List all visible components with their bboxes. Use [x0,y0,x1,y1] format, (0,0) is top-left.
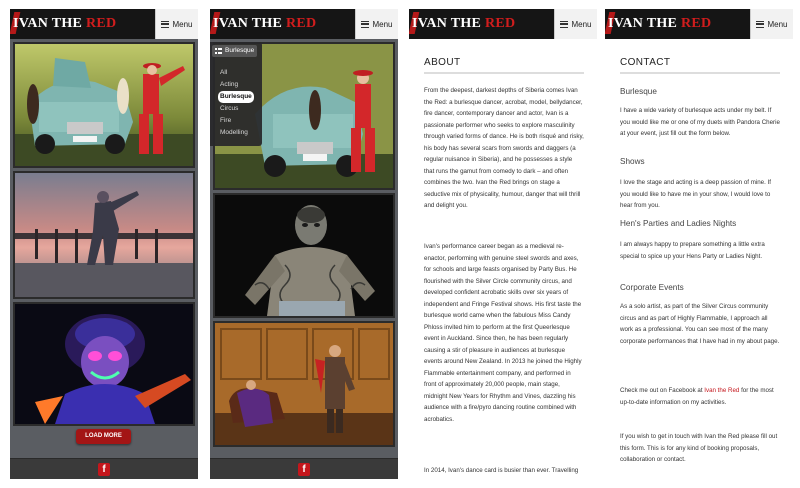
top-bar: IVAN THE RED Menu [210,9,398,39]
hamburger-icon [560,20,569,28]
page-title: ABOUT [424,57,461,68]
gallery-filter-screen: IVAN THE RED Menu Burlesque All Acting B… [210,9,398,479]
gallery-screen: IVAN THE RED Menu LOAD MORE f [10,9,198,479]
about-paragraph-2: Ivan's performance career began as a med… [424,243,582,423]
gallery-photo-room[interactable] [213,321,395,447]
filter-title-label: Burlesque [225,47,255,54]
filter-item-burlesque[interactable]: Burlesque [218,91,254,103]
menu-button[interactable]: Menu [355,9,398,39]
site-logo[interactable]: IVAN THE RED [13,15,116,33]
hamburger-icon [361,20,370,28]
gallery-photo-uv[interactable] [13,302,195,426]
menu-label: Menu [767,19,788,29]
footer: f [210,458,398,479]
gallery-photo-car[interactable] [13,42,195,168]
form-intro-text: If you wish to get in touch with Ivan th… [620,433,778,463]
contact-content: CONTACT Burlesque I have a wide variety … [610,39,788,479]
menu-label: Menu [571,19,592,29]
title-divider [424,72,584,74]
menu-button[interactable]: Menu [554,9,597,39]
category-filter-panel: Burlesque All Acting Burlesque Circus Fi… [210,42,262,146]
filter-item-circus[interactable]: Circus [218,103,254,115]
facebook-icon[interactable]: f [98,463,110,476]
gallery-photo-pier[interactable] [13,171,195,299]
hamburger-icon [756,20,765,28]
shows-heading: Shows [620,157,645,166]
menu-label: Menu [372,19,393,29]
site-logo[interactable]: IVAN THE RED [213,15,316,33]
corporate-text: As a solo artist, as part of the Silver … [620,303,780,345]
menu-button[interactable]: Menu [155,9,198,39]
top-bar: IVAN THE RED Menu [10,9,198,39]
load-more-button[interactable]: LOAD MORE [76,429,131,444]
site-logo[interactable]: IVAN THE RED [412,15,515,33]
filter-item-modelling[interactable]: Modelling [218,127,254,139]
footer: f [10,458,198,479]
menu-button[interactable]: Menu [750,9,793,39]
corporate-heading: Corporate Events [620,283,684,292]
page-title: CONTACT [620,57,671,68]
site-logo[interactable]: IVAN THE RED [608,15,711,33]
about-screen: IVAN THE RED Menu ABOUT From the deepest… [409,9,597,479]
about-paragraph-3: In 2014, Ivan's dance card is busier tha… [424,467,579,479]
top-bar: IVAN THE RED Menu [409,9,597,39]
hens-heading: Hen's Parties and Ladies Nights [620,219,737,228]
contact-screen: IVAN THE RED Menu CONTACT Burlesque I ha… [605,9,793,479]
filter-item-fire[interactable]: Fire [218,115,254,127]
pier-dancer-photo [15,173,193,297]
shows-text: I love the stage and acting is a deep pa… [620,179,772,209]
burlesque-text: I have a wide variety of burlesque acts … [620,107,780,137]
menu-label: Menu [172,19,193,29]
facebook-link[interactable]: Ivan the Red [704,387,739,394]
tattooed-performer-photo [215,195,393,316]
filter-item-all[interactable]: All [218,67,254,79]
filter-list: All Acting Burlesque Circus Fire Modelli… [218,67,254,139]
hens-text: I am always happy to prepare something a… [620,241,765,260]
uv-performer-photo [15,304,193,424]
car-performance-photo [15,44,193,166]
filter-item-acting[interactable]: Acting [218,79,254,91]
wood-room-photo [215,323,393,445]
about-content: ABOUT From the deepest, darkest depths o… [414,39,592,479]
about-paragraph-1: From the deepest, darkest depths of Sibe… [424,87,584,209]
title-divider [620,72,780,74]
hamburger-icon [161,20,170,28]
facebook-icon[interactable]: f [298,463,310,476]
facebook-text: Check me out on Facebook at Ivan the Red… [620,387,774,406]
gallery-photo-tattooed[interactable] [213,193,395,318]
burlesque-heading: Burlesque [620,87,657,96]
filter-toggle[interactable]: Burlesque [212,45,258,57]
top-bar: IVAN THE RED Menu [605,9,793,39]
grid-icon [215,48,222,54]
